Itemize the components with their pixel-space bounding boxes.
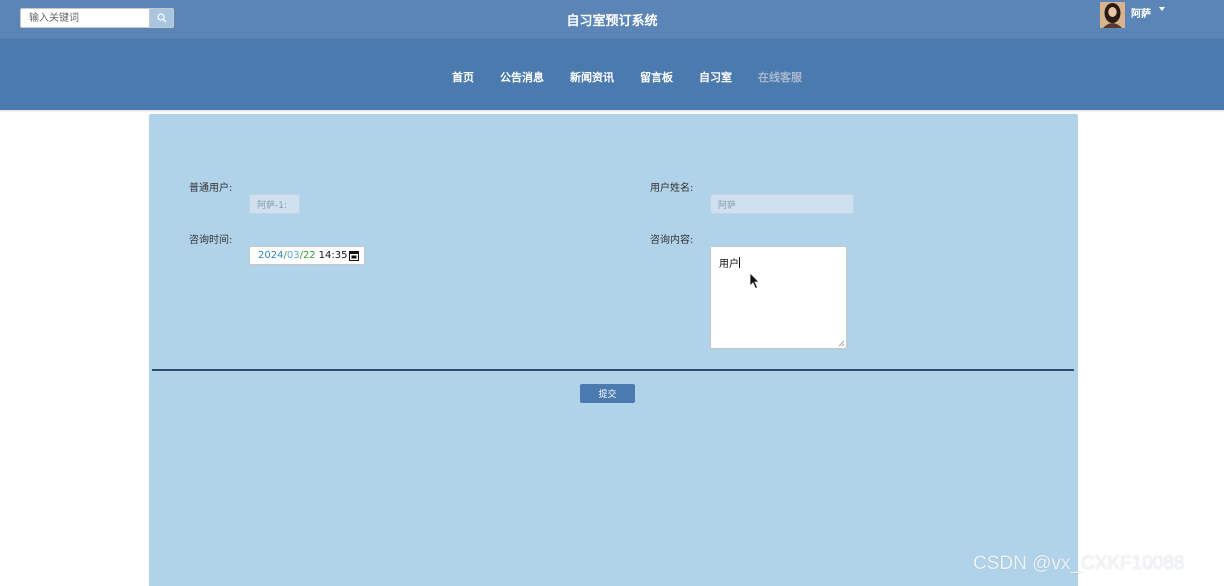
user-name[interactable]: 阿萨 (1131, 5, 1151, 20)
content-textarea[interactable]: 用户 (710, 246, 847, 349)
avatar (1100, 2, 1125, 28)
date-month: 03 (286, 250, 300, 261)
user-field[interactable] (249, 194, 300, 214)
user-label: 普通用户: (189, 183, 233, 194)
date-day: 22 (302, 250, 316, 261)
nav-item-home[interactable]: 首页 (452, 69, 474, 85)
consultation-form: 普通用户: 用户姓名: 咨询时间: 2024/03/22 14:35 咨询内容:… (149, 114, 1078, 586)
user-menu[interactable]: 阿萨 (1100, 2, 1165, 28)
time-value: 14:35 (318, 250, 348, 261)
main-nav: 首页 公告消息 新闻资讯 留言板 自习室 在线客服 (0, 39, 1224, 110)
nav-item-announcements[interactable]: 公告消息 (500, 69, 544, 85)
mouse-pointer-icon (749, 272, 760, 290)
time-label: 咨询时间: (189, 235, 233, 246)
nav-item-news[interactable]: 新闻资讯 (570, 69, 614, 85)
name-label: 用户姓名: (650, 183, 694, 194)
nav-item-message-board[interactable]: 留言板 (640, 69, 673, 85)
site-title: 自习室预订系统 (566, 14, 658, 29)
top-bar: 自习室预订系统 阿萨 (0, 0, 1224, 39)
datetime-input[interactable]: 2024/03/22 14:35 (249, 246, 365, 265)
content-label: 咨询内容: (650, 235, 694, 246)
watermark: CSDN @vx_CXKF10088 (973, 553, 1185, 574)
date-year: 2024 (258, 250, 284, 261)
caret-down-icon[interactable] (1159, 7, 1165, 11)
calendar-icon[interactable] (349, 250, 359, 261)
divider (152, 369, 1074, 371)
content-text: 用户 (719, 259, 739, 270)
resize-grip-icon[interactable] (838, 340, 845, 347)
nav-item-study-room[interactable]: 自习室 (699, 69, 732, 85)
text-caret (739, 257, 740, 268)
submit-button[interactable]: 提交 (580, 384, 635, 403)
name-field[interactable] (710, 194, 854, 214)
nav-item-online-service[interactable]: 在线客服 (758, 69, 802, 85)
nav-list: 首页 公告消息 新闻资讯 留言板 自习室 在线客服 (452, 69, 802, 85)
